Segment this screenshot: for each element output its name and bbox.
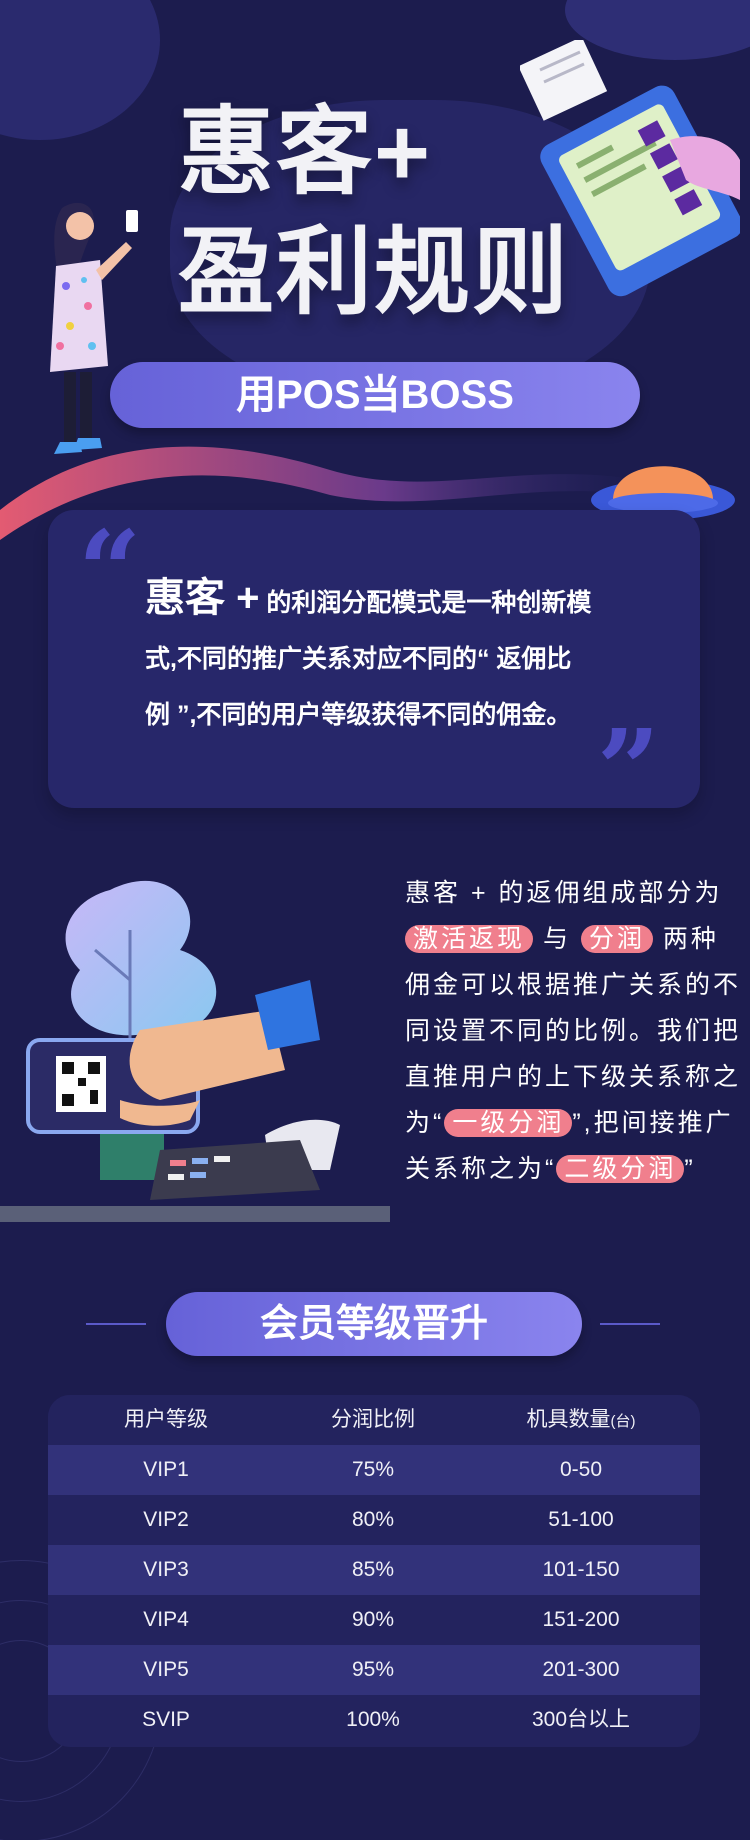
highlight-activation-cashback: 激活返现 xyxy=(405,925,534,953)
membership-table: 用户等级 分润比例 机具数量(台) VIP1 75% 0-50 VIP2 80%… xyxy=(48,1395,700,1747)
cell-level: VIP1 xyxy=(143,1458,189,1481)
open-quote-icon: “ xyxy=(78,506,142,635)
column-header-level: 用户等级 xyxy=(124,1408,208,1431)
cell-ratio: 90% xyxy=(351,1608,395,1631)
section-divider-right xyxy=(600,1323,660,1325)
section-title: 会员等级晋升 xyxy=(166,1292,582,1356)
bg-blob xyxy=(0,0,160,140)
cell-ratio: 85% xyxy=(351,1558,395,1581)
cell-level: VIP2 xyxy=(143,1508,189,1531)
desc-text: 两种佣金可以根据推广关系的不同设置不同的比例。我们把直推用户的上下级关系称之为“ xyxy=(405,925,742,1137)
section-divider-left xyxy=(86,1323,146,1325)
page-title-line2: 盈利规则 xyxy=(178,219,570,326)
cell-devices: 201-300 xyxy=(542,1658,620,1681)
column-header-devices: 机具数量(台) xyxy=(462,1395,700,1445)
desc-text: ” xyxy=(684,1155,696,1183)
woman-illustration-icon xyxy=(50,202,138,454)
highlight-profit-share: 分润 xyxy=(580,925,653,953)
table-header-row: 用户等级 分润比例 机具数量(台) xyxy=(48,1395,700,1445)
cell-ratio: 75% xyxy=(351,1458,395,1481)
commission-description: 惠客 + 的返佣组成部分为 激活返现 与 分润 两种佣金可以根据推广关系的不同设… xyxy=(405,870,745,1192)
cell-level: VIP5 xyxy=(143,1658,189,1681)
table-row: VIP4 90% 151-200 xyxy=(48,1595,700,1645)
quote-card: “ ” 惠客 + 的利润分配模式是一种创新模 式,不同的推广关系对应不同的“ 返… xyxy=(48,506,700,825)
page-title-line1: 惠客+ xyxy=(178,99,433,206)
desc-text: 惠客 + 的返佣组成部分为 xyxy=(405,879,723,907)
cell-ratio: 80% xyxy=(351,1508,395,1531)
quote-brand: 惠客 + xyxy=(145,576,260,620)
cell-devices: 300台以上 xyxy=(531,1708,631,1731)
quote-line3: 例 ”,不同的用户等级获得不同的佣金。 xyxy=(145,701,572,729)
quote-line1: 的利润分配模式是一种创新模 xyxy=(259,589,592,617)
cell-level: VIP4 xyxy=(143,1608,189,1631)
quote-line2: 式,不同的推广关系对应不同的“ 返佣比 xyxy=(145,645,572,673)
cell-devices: 151-200 xyxy=(542,1608,620,1631)
highlight-level1-share: 一级分润 xyxy=(444,1109,573,1137)
cell-devices: 51-100 xyxy=(548,1508,614,1531)
cell-ratio: 95% xyxy=(351,1658,395,1681)
cell-devices: 101-150 xyxy=(542,1558,620,1581)
cell-devices: 0-50 xyxy=(559,1458,603,1481)
highlight-level2-share: 二级分润 xyxy=(556,1155,685,1183)
table-row: VIP5 95% 201-300 xyxy=(48,1645,700,1695)
table-row: SVIP 100% 300台以上 xyxy=(48,1695,700,1745)
desc-text: 与 xyxy=(542,925,571,953)
column-header-ratio: 分润比例 xyxy=(331,1408,415,1431)
cell-level: SVIP xyxy=(142,1708,190,1731)
table-row: VIP2 80% 51-100 xyxy=(48,1495,700,1545)
cell-level: VIP3 xyxy=(143,1558,189,1581)
column-header-devices-label: 机具数量 xyxy=(526,1408,611,1431)
quote-text: 惠客 + 的利润分配模式是一种创新模 式,不同的推广关系对应不同的“ 返佣比 例… xyxy=(145,570,645,743)
cell-ratio: 100% xyxy=(346,1708,400,1731)
subtitle-banner: 用POS当BOSS xyxy=(110,362,640,428)
column-header-unit: (台) xyxy=(610,1413,636,1430)
table-row: VIP1 75% 0-50 xyxy=(48,1445,700,1495)
qr-payment-illustration-icon xyxy=(0,880,390,1222)
table-row: VIP3 85% 101-150 xyxy=(48,1545,700,1595)
